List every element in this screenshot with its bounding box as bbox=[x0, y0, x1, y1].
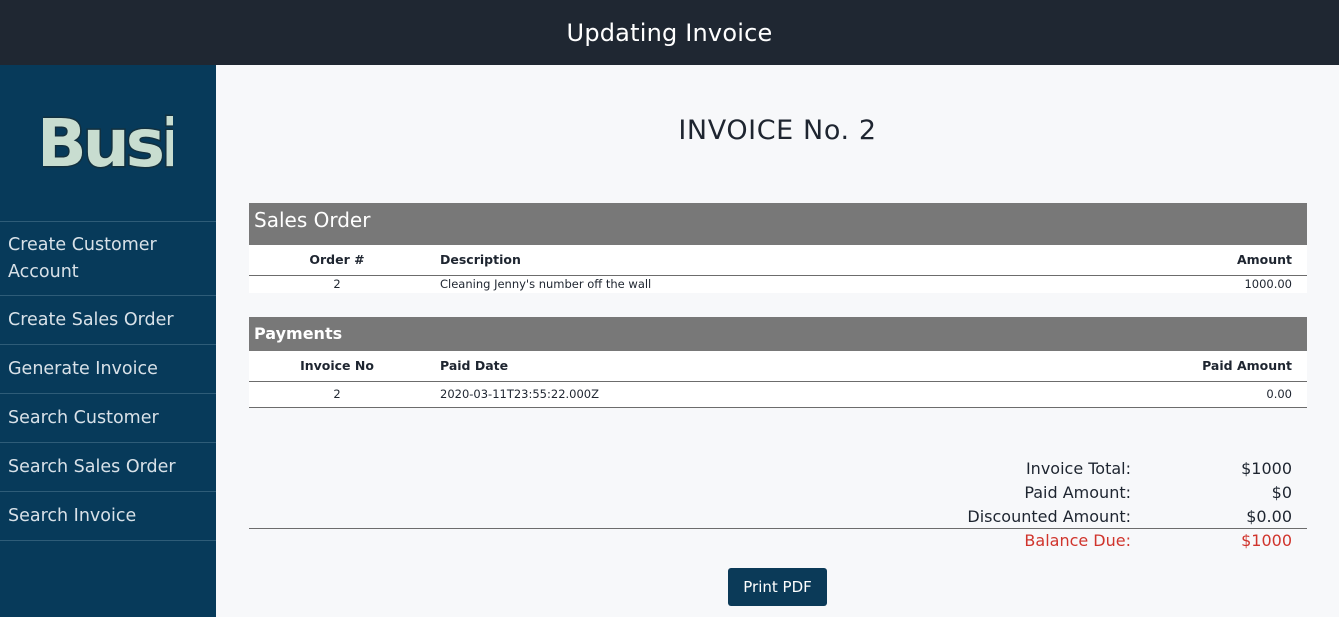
table-header-row: Order # Description Amount bbox=[249, 245, 1307, 276]
table-row: 2 Cleaning Jenny's number off the wall 1… bbox=[249, 275, 1307, 293]
discounted-amount-row: Discounted Amount: $0.00 bbox=[249, 504, 1307, 528]
sidebar-item-create-customer-account[interactable]: Create Customer Account bbox=[0, 222, 216, 296]
paid-amount-label: Paid Amount: bbox=[1024, 482, 1131, 502]
paid-amount-cell: 0.00 bbox=[1007, 381, 1307, 408]
column-header-paid-date: Paid Date bbox=[425, 351, 1007, 382]
column-header-description: Description bbox=[425, 245, 1007, 276]
column-header-paid-amount: Paid Amount bbox=[1007, 351, 1307, 382]
invoice-totals: Invoice Total: $1000 Paid Amount: $0 Dis… bbox=[249, 456, 1307, 552]
paid-amount-value: $0 bbox=[1271, 482, 1292, 502]
sidebar-item-search-sales-order[interactable]: Search Sales Order bbox=[0, 443, 216, 492]
column-header-order-no: Order # bbox=[249, 245, 425, 276]
discounted-amount-value: $0.00 bbox=[1246, 506, 1292, 526]
column-header-invoice-no: Invoice No bbox=[249, 351, 425, 382]
page-title: Updating Invoice bbox=[566, 18, 773, 47]
payments-table: Invoice No Paid Date Paid Amount 2 2020-… bbox=[249, 351, 1307, 408]
balance-due-row: Balance Due: $1000 bbox=[249, 528, 1307, 552]
balance-due-label: Balance Due: bbox=[1024, 531, 1131, 550]
invoice-title: INVOICE No. 2 bbox=[678, 115, 877, 146]
print-pdf-button[interactable]: Print PDF bbox=[728, 568, 827, 606]
balance-due-value: $1000 bbox=[1241, 531, 1292, 550]
logo-icon: Busi bbox=[43, 106, 173, 180]
amount-cell: 1000.00 bbox=[1244, 277, 1292, 292]
order-no-cell: 2 bbox=[333, 277, 341, 292]
sidebar: Busi Create Customer Account Create Sale… bbox=[0, 65, 216, 617]
sidebar-item-generate-invoice[interactable]: Generate Invoice bbox=[0, 345, 216, 394]
invoice-no-cell: 2 bbox=[249, 381, 425, 408]
sidebar-item-search-customer[interactable]: Search Customer bbox=[0, 394, 216, 443]
sales-order-table: Order # Description Amount 2 Cleaning Je… bbox=[249, 245, 1307, 293]
sales-order-heading: Sales Order bbox=[249, 203, 1307, 245]
top-header-bar: Updating Invoice bbox=[0, 0, 1339, 65]
invoice-total-label: Invoice Total: bbox=[1025, 458, 1131, 478]
paid-date-cell: 2020-03-11T23:55:22.000Z bbox=[425, 381, 1007, 408]
payments-heading: Payments bbox=[249, 317, 1307, 351]
sidebar-item-search-invoice[interactable]: Search Invoice bbox=[0, 492, 216, 541]
main-content: INVOICE No. 2 Sales Order Order # Descri… bbox=[216, 65, 1339, 617]
sidebar-item-create-sales-order[interactable]: Create Sales Order bbox=[0, 296, 216, 345]
invoice-total-value: $1000 bbox=[1241, 458, 1292, 478]
table-header-row: Invoice No Paid Date Paid Amount bbox=[249, 351, 1307, 382]
table-row: 2 2020-03-11T23:55:22.000Z 0.00 bbox=[249, 381, 1307, 408]
description-cell: Cleaning Jenny's number off the wall bbox=[440, 277, 652, 292]
paid-amount-row: Paid Amount: $0 bbox=[249, 480, 1307, 504]
discounted-amount-label: Discounted Amount: bbox=[967, 506, 1131, 526]
busi-logo[interactable]: Busi bbox=[0, 65, 216, 222]
column-header-amount: Amount bbox=[1007, 245, 1307, 276]
svg-text:Busi: Busi bbox=[43, 106, 173, 180]
invoice-total-row: Invoice Total: $1000 bbox=[249, 456, 1307, 480]
